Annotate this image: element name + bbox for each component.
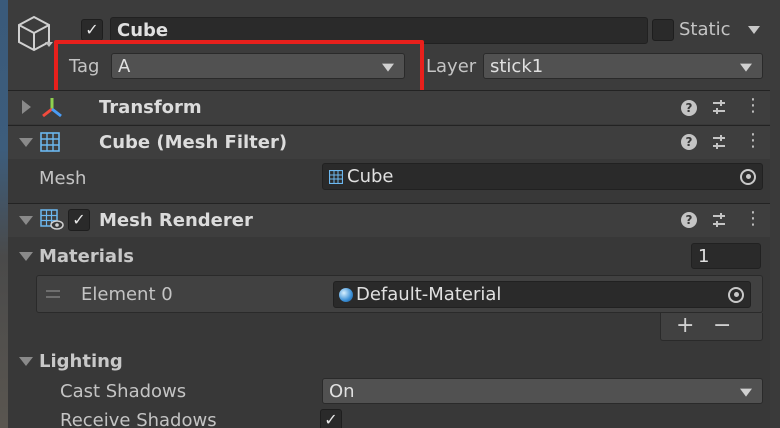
- mesh-grid-icon: [329, 169, 343, 184]
- scrollbar[interactable]: [770, 90, 780, 428]
- fold-right-icon[interactable]: [22, 100, 31, 114]
- fold-down-icon[interactable]: [19, 357, 33, 366]
- materials-label: Materials: [39, 246, 134, 267]
- help-icon[interactable]: ?: [681, 212, 697, 228]
- preset-sliders-icon[interactable]: [711, 133, 727, 151]
- object-picker-icon[interactable]: [728, 286, 744, 303]
- layer-dropdown[interactable]: stick1: [483, 53, 763, 79]
- fold-down-icon[interactable]: [19, 138, 33, 147]
- mesh-label: Mesh: [39, 168, 87, 189]
- transform-title: Transform: [99, 97, 202, 118]
- object-picker-icon[interactable]: [740, 168, 756, 185]
- cast-shadows-label: Cast Shadows: [60, 381, 187, 402]
- lighting-label: Lighting: [39, 351, 123, 372]
- chevron-down-icon: [740, 63, 752, 72]
- cast-shadows-dropdown[interactable]: On: [322, 378, 763, 404]
- add-element-button[interactable]: +: [676, 313, 694, 338]
- materials-size-input[interactable]: 1: [691, 243, 761, 269]
- help-icon[interactable]: ?: [681, 134, 697, 150]
- remove-element-button[interactable]: −: [713, 313, 731, 338]
- mesh-filter-title: Cube (Mesh Filter): [99, 132, 288, 153]
- drag-handle-icon[interactable]: [46, 290, 60, 298]
- receive-shadows-label: Receive Shadows: [60, 410, 217, 428]
- element-0-label: Element 0: [81, 284, 173, 305]
- preset-sliders-icon[interactable]: [711, 211, 727, 229]
- static-label: Static: [679, 19, 731, 40]
- more-options-icon[interactable]: ⋮: [744, 132, 762, 150]
- static-dropdown-arrow-icon[interactable]: [748, 26, 760, 34]
- layer-label: Layer: [426, 56, 477, 77]
- fold-down-icon[interactable]: [19, 216, 33, 225]
- static-checkbox[interactable]: [652, 19, 674, 41]
- check-icon: ✓: [72, 210, 86, 229]
- mesh-object-field[interactable]: Cube: [322, 163, 763, 190]
- material-sphere-icon: [339, 287, 353, 302]
- check-icon: ✓: [324, 410, 338, 428]
- preset-sliders-icon[interactable]: [711, 98, 727, 116]
- help-icon[interactable]: ?: [681, 100, 697, 116]
- chevron-down-icon: [740, 388, 752, 397]
- fold-down-icon[interactable]: [19, 252, 33, 261]
- check-icon: ✓: [85, 20, 99, 39]
- mesh-filter-grid-icon: [40, 132, 60, 152]
- mesh-renderer-enabled-checkbox[interactable]: ✓: [68, 209, 90, 231]
- scene-view-edge: [0, 0, 8, 428]
- transform-axes-icon: [40, 96, 64, 120]
- mesh-renderer-icon: [40, 209, 64, 231]
- gameobject-cube-icon: [16, 14, 52, 54]
- more-options-icon[interactable]: ⋮: [744, 97, 762, 115]
- active-checkbox[interactable]: ✓: [81, 19, 103, 41]
- material-object-field[interactable]: Default-Material: [333, 281, 751, 308]
- highlight-annotation-box: [54, 40, 424, 97]
- more-options-icon[interactable]: ⋮: [744, 210, 762, 228]
- mesh-renderer-title: Mesh Renderer: [99, 210, 253, 231]
- receive-shadows-checkbox[interactable]: ✓: [320, 409, 342, 428]
- icon-dropdown-caret-icon[interactable]: [45, 42, 53, 47]
